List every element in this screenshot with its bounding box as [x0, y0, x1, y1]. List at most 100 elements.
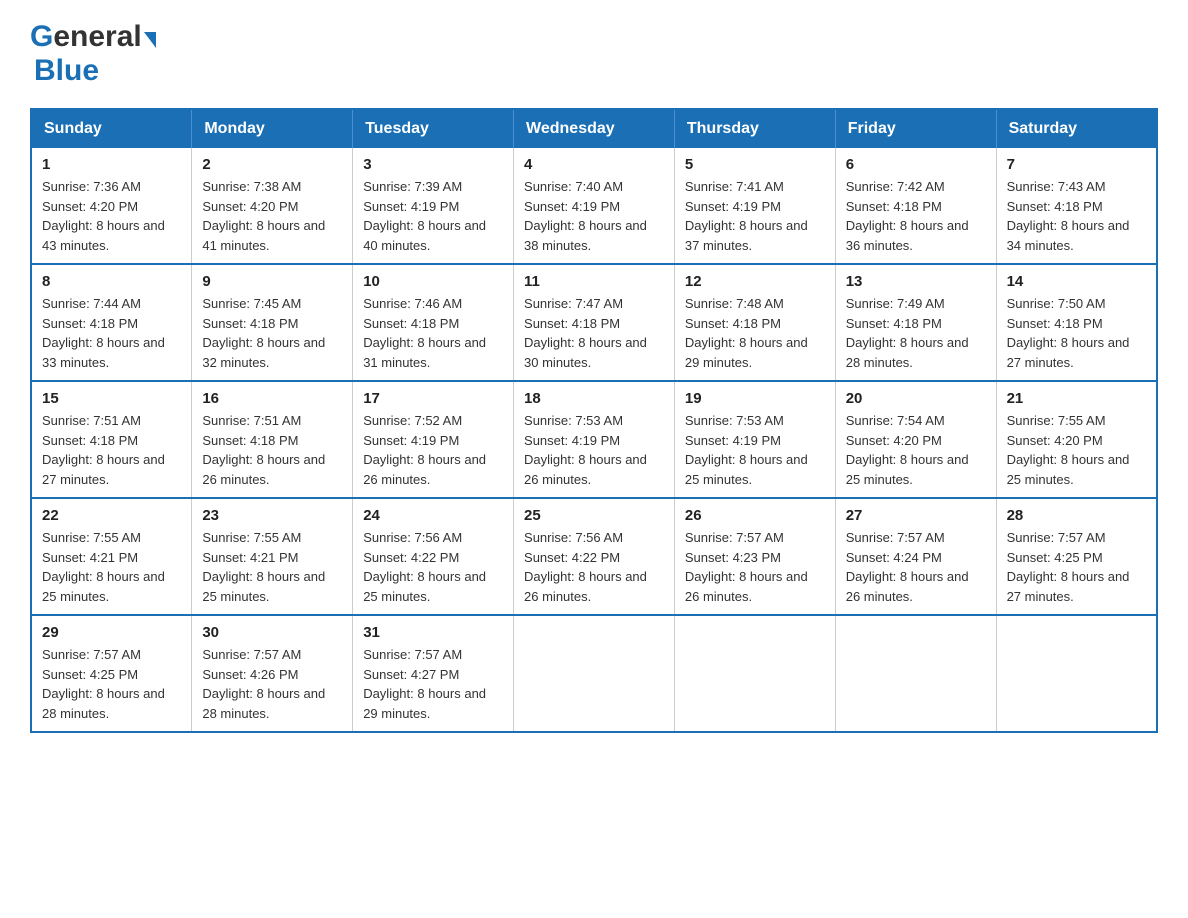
calendar-cell — [835, 615, 996, 732]
calendar-cell: 8 Sunrise: 7:44 AM Sunset: 4:18 PM Dayli… — [31, 264, 192, 381]
day-number: 3 — [363, 156, 503, 173]
daylight-label: Daylight: 8 hours and 28 minutes. — [846, 335, 969, 370]
day-number: 16 — [202, 390, 342, 407]
sunset-label: Sunset: 4:18 PM — [524, 316, 620, 331]
day-number: 26 — [685, 507, 825, 524]
day-info: Sunrise: 7:57 AM Sunset: 4:26 PM Dayligh… — [202, 645, 342, 723]
weekday-header-wednesday: Wednesday — [514, 109, 675, 148]
week-row-4: 22 Sunrise: 7:55 AM Sunset: 4:21 PM Dayl… — [31, 498, 1157, 615]
sunrise-label: Sunrise: 7:55 AM — [202, 530, 301, 545]
day-number: 20 — [846, 390, 986, 407]
day-info: Sunrise: 7:38 AM Sunset: 4:20 PM Dayligh… — [202, 177, 342, 255]
sunrise-label: Sunrise: 7:54 AM — [846, 413, 945, 428]
day-number: 1 — [42, 156, 181, 173]
day-number: 14 — [1007, 273, 1146, 290]
sunset-label: Sunset: 4:18 PM — [202, 433, 298, 448]
daylight-label: Daylight: 8 hours and 40 minutes. — [363, 218, 486, 253]
sunrise-label: Sunrise: 7:43 AM — [1007, 179, 1106, 194]
week-row-2: 8 Sunrise: 7:44 AM Sunset: 4:18 PM Dayli… — [31, 264, 1157, 381]
sunrise-label: Sunrise: 7:57 AM — [685, 530, 784, 545]
daylight-label: Daylight: 8 hours and 26 minutes. — [685, 569, 808, 604]
sunrise-label: Sunrise: 7:49 AM — [846, 296, 945, 311]
calendar-cell: 18 Sunrise: 7:53 AM Sunset: 4:19 PM Dayl… — [514, 381, 675, 498]
day-info: Sunrise: 7:56 AM Sunset: 4:22 PM Dayligh… — [363, 528, 503, 606]
calendar-cell: 19 Sunrise: 7:53 AM Sunset: 4:19 PM Dayl… — [674, 381, 835, 498]
calendar-cell: 24 Sunrise: 7:56 AM Sunset: 4:22 PM Dayl… — [353, 498, 514, 615]
day-number: 18 — [524, 390, 664, 407]
sunset-label: Sunset: 4:18 PM — [1007, 199, 1103, 214]
sunset-label: Sunset: 4:25 PM — [1007, 550, 1103, 565]
daylight-label: Daylight: 8 hours and 38 minutes. — [524, 218, 647, 253]
daylight-label: Daylight: 8 hours and 26 minutes. — [363, 452, 486, 487]
day-number: 27 — [846, 507, 986, 524]
daylight-label: Daylight: 8 hours and 26 minutes. — [524, 569, 647, 604]
calendar-cell: 16 Sunrise: 7:51 AM Sunset: 4:18 PM Dayl… — [192, 381, 353, 498]
sunrise-label: Sunrise: 7:46 AM — [363, 296, 462, 311]
sunset-label: Sunset: 4:27 PM — [363, 667, 459, 682]
day-info: Sunrise: 7:55 AM Sunset: 4:21 PM Dayligh… — [42, 528, 181, 606]
calendar-cell: 11 Sunrise: 7:47 AM Sunset: 4:18 PM Dayl… — [514, 264, 675, 381]
sunrise-label: Sunrise: 7:57 AM — [1007, 530, 1106, 545]
logo-blue-text: Blue — [34, 54, 99, 87]
sunrise-label: Sunrise: 7:42 AM — [846, 179, 945, 194]
daylight-label: Daylight: 8 hours and 27 minutes. — [42, 452, 165, 487]
sunset-label: Sunset: 4:22 PM — [524, 550, 620, 565]
daylight-label: Daylight: 8 hours and 33 minutes. — [42, 335, 165, 370]
calendar-cell: 7 Sunrise: 7:43 AM Sunset: 4:18 PM Dayli… — [996, 148, 1157, 264]
day-info: Sunrise: 7:50 AM Sunset: 4:18 PM Dayligh… — [1007, 294, 1146, 372]
calendar-cell: 3 Sunrise: 7:39 AM Sunset: 4:19 PM Dayli… — [353, 148, 514, 264]
sunset-label: Sunset: 4:20 PM — [846, 433, 942, 448]
sunset-label: Sunset: 4:24 PM — [846, 550, 942, 565]
day-number: 22 — [42, 507, 181, 524]
sunrise-label: Sunrise: 7:56 AM — [363, 530, 462, 545]
sunrise-label: Sunrise: 7:51 AM — [202, 413, 301, 428]
day-number: 30 — [202, 624, 342, 641]
sunset-label: Sunset: 4:18 PM — [363, 316, 459, 331]
daylight-label: Daylight: 8 hours and 28 minutes. — [42, 686, 165, 721]
sunset-label: Sunset: 4:20 PM — [202, 199, 298, 214]
sunset-label: Sunset: 4:20 PM — [42, 199, 138, 214]
sunrise-label: Sunrise: 7:51 AM — [42, 413, 141, 428]
sunrise-label: Sunrise: 7:52 AM — [363, 413, 462, 428]
sunset-label: Sunset: 4:18 PM — [846, 316, 942, 331]
day-info: Sunrise: 7:43 AM Sunset: 4:18 PM Dayligh… — [1007, 177, 1146, 255]
sunrise-label: Sunrise: 7:45 AM — [202, 296, 301, 311]
day-info: Sunrise: 7:57 AM Sunset: 4:25 PM Dayligh… — [1007, 528, 1146, 606]
daylight-label: Daylight: 8 hours and 43 minutes. — [42, 218, 165, 253]
calendar-cell: 21 Sunrise: 7:55 AM Sunset: 4:20 PM Dayl… — [996, 381, 1157, 498]
day-info: Sunrise: 7:56 AM Sunset: 4:22 PM Dayligh… — [524, 528, 664, 606]
daylight-label: Daylight: 8 hours and 25 minutes. — [202, 569, 325, 604]
sunrise-label: Sunrise: 7:57 AM — [363, 647, 462, 662]
day-info: Sunrise: 7:57 AM Sunset: 4:25 PM Dayligh… — [42, 645, 181, 723]
day-number: 17 — [363, 390, 503, 407]
calendar-cell: 17 Sunrise: 7:52 AM Sunset: 4:19 PM Dayl… — [353, 381, 514, 498]
calendar-cell: 10 Sunrise: 7:46 AM Sunset: 4:18 PM Dayl… — [353, 264, 514, 381]
calendar-cell: 6 Sunrise: 7:42 AM Sunset: 4:18 PM Dayli… — [835, 148, 996, 264]
daylight-label: Daylight: 8 hours and 28 minutes. — [202, 686, 325, 721]
day-number: 6 — [846, 156, 986, 173]
daylight-label: Daylight: 8 hours and 25 minutes. — [1007, 452, 1130, 487]
day-info: Sunrise: 7:55 AM Sunset: 4:21 PM Dayligh… — [202, 528, 342, 606]
sunset-label: Sunset: 4:19 PM — [524, 199, 620, 214]
sunrise-label: Sunrise: 7:55 AM — [42, 530, 141, 545]
daylight-label: Daylight: 8 hours and 25 minutes. — [685, 452, 808, 487]
day-info: Sunrise: 7:57 AM Sunset: 4:23 PM Dayligh… — [685, 528, 825, 606]
day-number: 5 — [685, 156, 825, 173]
day-info: Sunrise: 7:53 AM Sunset: 4:19 PM Dayligh… — [685, 411, 825, 489]
calendar-cell: 2 Sunrise: 7:38 AM Sunset: 4:20 PM Dayli… — [192, 148, 353, 264]
daylight-label: Daylight: 8 hours and 27 minutes. — [1007, 569, 1130, 604]
daylight-label: Daylight: 8 hours and 41 minutes. — [202, 218, 325, 253]
sunrise-label: Sunrise: 7:50 AM — [1007, 296, 1106, 311]
sunrise-label: Sunrise: 7:44 AM — [42, 296, 141, 311]
weekday-header-thursday: Thursday — [674, 109, 835, 148]
calendar-table: SundayMondayTuesdayWednesdayThursdayFrid… — [30, 108, 1158, 733]
day-info: Sunrise: 7:46 AM Sunset: 4:18 PM Dayligh… — [363, 294, 503, 372]
day-info: Sunrise: 7:57 AM Sunset: 4:27 PM Dayligh… — [363, 645, 503, 723]
daylight-label: Daylight: 8 hours and 30 minutes. — [524, 335, 647, 370]
sunset-label: Sunset: 4:18 PM — [1007, 316, 1103, 331]
sunset-label: Sunset: 4:18 PM — [846, 199, 942, 214]
week-row-1: 1 Sunrise: 7:36 AM Sunset: 4:20 PM Dayli… — [31, 148, 1157, 264]
week-row-3: 15 Sunrise: 7:51 AM Sunset: 4:18 PM Dayl… — [31, 381, 1157, 498]
day-info: Sunrise: 7:57 AM Sunset: 4:24 PM Dayligh… — [846, 528, 986, 606]
day-info: Sunrise: 7:39 AM Sunset: 4:19 PM Dayligh… — [363, 177, 503, 255]
